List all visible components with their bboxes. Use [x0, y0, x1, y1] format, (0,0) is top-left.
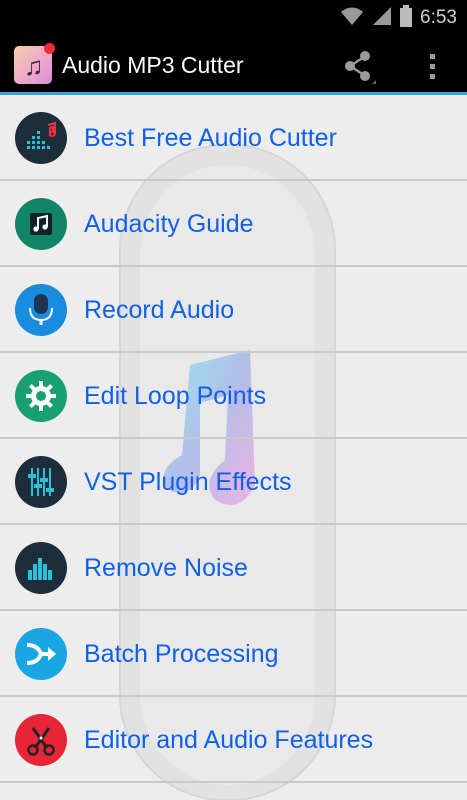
music-note-logo-icon: ♫: [24, 51, 44, 81]
list-item-record-audio[interactable]: Record Audio: [0, 267, 467, 353]
list-item-label: Record Audio: [84, 296, 235, 324]
signal-icon: [372, 6, 392, 31]
wifi-icon: [340, 6, 364, 31]
scissors-icon: [15, 714, 67, 766]
list-item-label: Remove Noise: [84, 554, 248, 582]
gear-icon: [15, 370, 67, 422]
merge-arrows-icon: [15, 628, 67, 680]
app-logo-icon[interactable]: ♫: [14, 43, 55, 84]
sliders-icon: [15, 456, 67, 508]
equalizer-note-icon: [15, 112, 67, 164]
list-item-label: Batch Processing: [84, 640, 279, 668]
list-item-best-free-audio-cutter[interactable]: Best Free Audio Cutter: [0, 95, 467, 181]
list-item-label: Best Free Audio Cutter: [84, 124, 337, 152]
list-item-remove-noise[interactable]: Remove Noise: [0, 525, 467, 611]
overflow-menu-button[interactable]: [420, 46, 444, 86]
app-title: Audio MP3 Cutter: [62, 52, 244, 78]
overflow-dot: [429, 53, 435, 59]
overflow-dot: [429, 63, 435, 69]
list-item-batch-processing[interactable]: Batch Processing: [0, 611, 467, 697]
menu-list: Best Free Audio Cutter Audacity Guide Re…: [0, 95, 467, 800]
overflow-dot: [429, 73, 435, 79]
list-item-vst-plugin-effects[interactable]: VST Plugin Effects: [0, 439, 467, 525]
list-item-edit-loop-points[interactable]: Edit Loop Points: [0, 353, 467, 439]
status-bar: 6:53: [0, 0, 467, 36]
notification-dot: [44, 43, 55, 54]
bars-icon: [15, 542, 67, 594]
list-item-audacity-guide[interactable]: Audacity Guide: [0, 181, 467, 267]
microphone-icon: [15, 284, 67, 336]
status-icons: 6:53: [340, 4, 457, 32]
list-item-label: Audacity Guide: [84, 210, 254, 238]
music-note-icon: [15, 198, 67, 250]
list-item-editor-and-audio-features[interactable]: Editor and Audio Features: [0, 697, 467, 783]
share-button[interactable]: [338, 46, 378, 86]
status-time: 6:53: [420, 7, 457, 28]
list-item-label: VST Plugin Effects: [84, 468, 292, 496]
share-icon: [338, 51, 378, 90]
list-item-label: Edit Loop Points: [84, 382, 267, 410]
list-item-label: Editor and Audio Features: [84, 726, 374, 754]
battery-icon: [400, 4, 413, 32]
